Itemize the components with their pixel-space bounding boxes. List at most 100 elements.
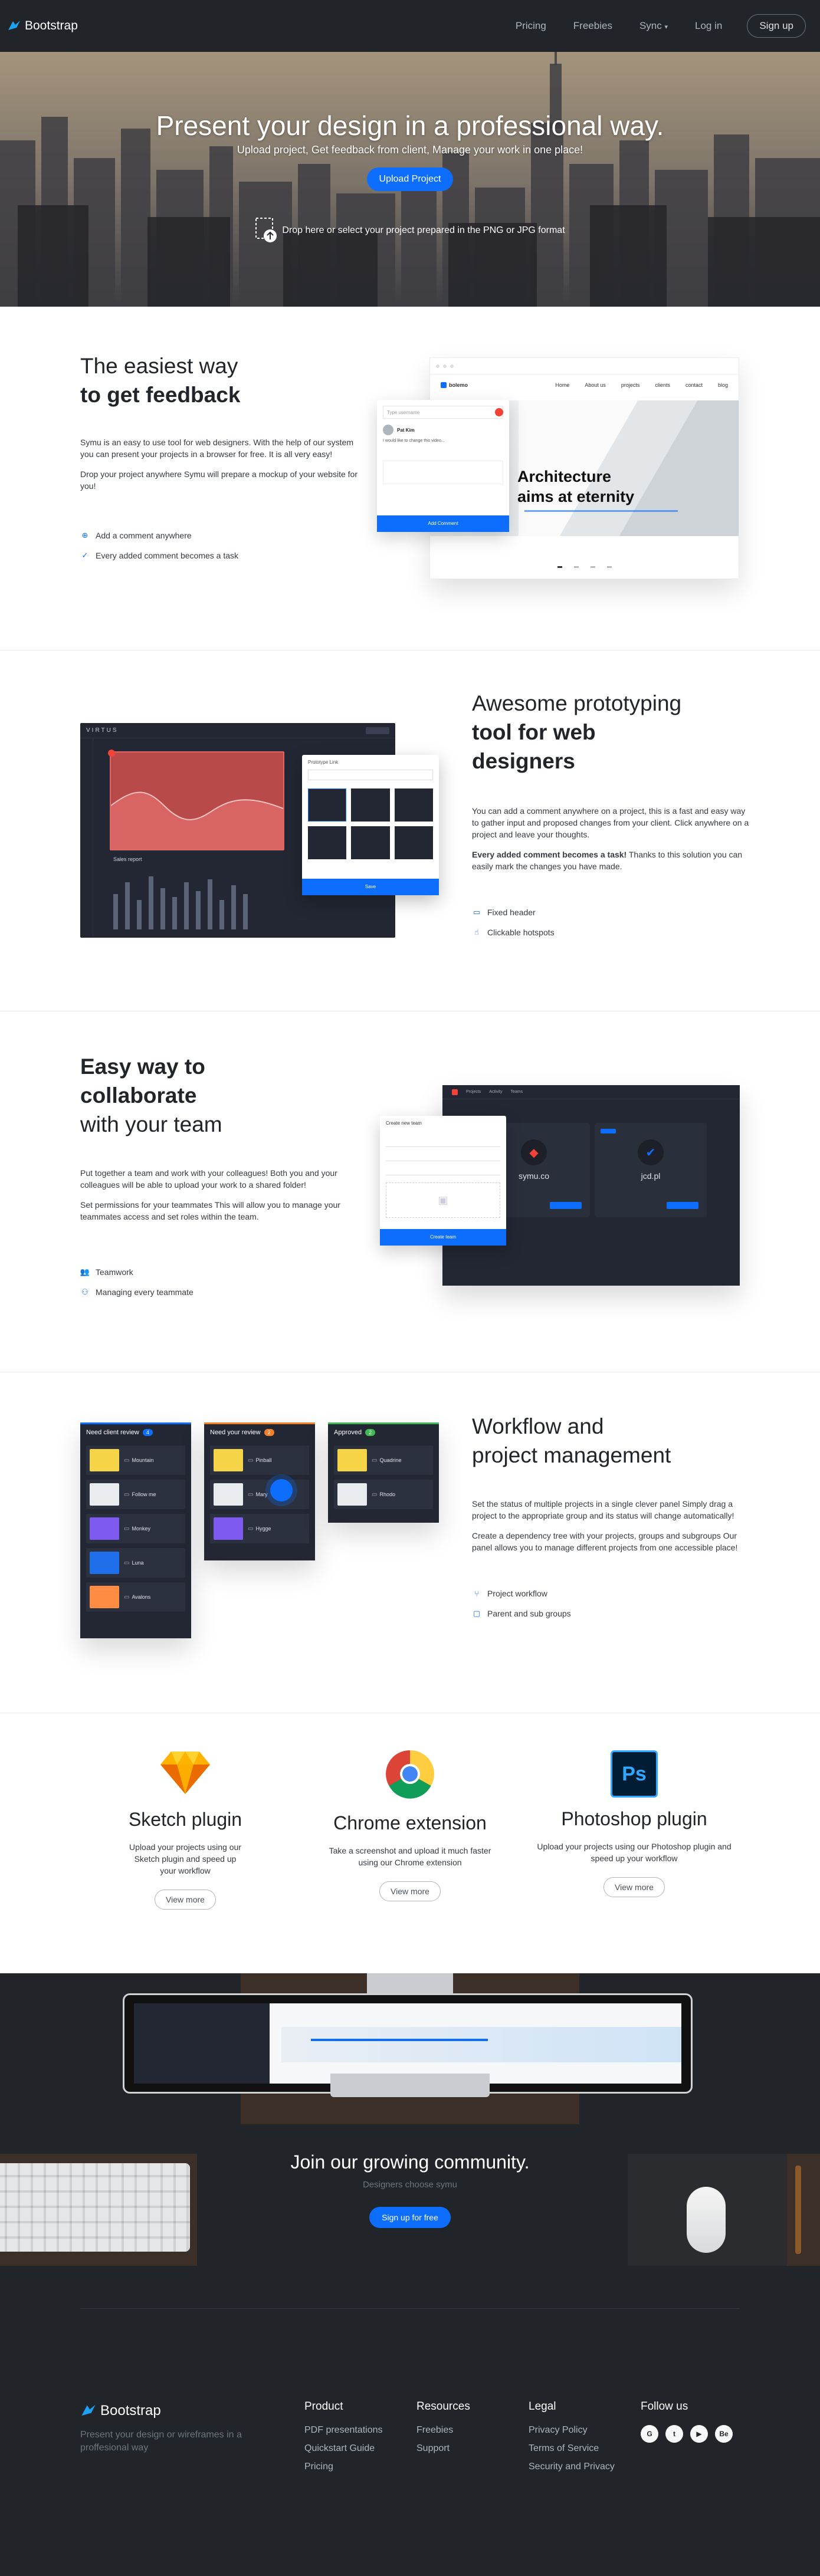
upload-project-button[interactable]: Upload Project: [367, 167, 453, 191]
team-logo-icon: ◆: [521, 1139, 547, 1165]
project-card[interactable]: ▭ Quadrine: [334, 1445, 433, 1475]
footer: Bootstrap Present your design or wirefra…: [0, 2308, 820, 2576]
plugin-text: Take a screenshot and upload it much fas…: [329, 1846, 491, 1867]
project-card[interactable]: ▭ Pinball: [210, 1445, 309, 1475]
footer-brand[interactable]: Bootstrap: [80, 2403, 257, 2419]
footer-link[interactable]: Privacy Policy: [529, 2425, 615, 2436]
sketch-icon: [160, 1752, 210, 1794]
drop-text: Drop here or select your project prepare…: [282, 225, 565, 235]
comment-input[interactable]: [383, 461, 503, 484]
view-more-button[interactable]: View more: [379, 1881, 441, 1901]
view-more-button[interactable]: View more: [155, 1890, 216, 1910]
workflow-column: Need client review 4 ▭ Mountain ▭ Follow me ▭…: [80, 1422, 191, 1638]
google-icon[interactable]: G: [641, 2425, 658, 2443]
nav-freebies[interactable]: Freebies: [573, 20, 612, 32]
mockup-logo: bolemo: [449, 382, 468, 388]
bar-graphic: [113, 876, 248, 929]
team-logo-icon: ✔: [638, 1139, 664, 1165]
footer-brand-block: Bootstrap Present your design or wirefra…: [80, 2403, 257, 2455]
folder-icon: ▭: [372, 1457, 378, 1464]
team-name-input[interactable]: [386, 1138, 500, 1147]
user-plus-icon: ⚇: [81, 1287, 88, 1296]
twitter-icon[interactable]: t: [665, 2425, 683, 2443]
footer-link[interactable]: Support: [416, 2443, 470, 2454]
community-subtitle: Designers choose symu: [362, 2180, 458, 2190]
feedback-title-light: The easiest way: [80, 354, 238, 378]
brand[interactable]: Bootstrap: [7, 19, 78, 33]
project-name: Monkey: [132, 1526, 150, 1532]
team-url-input[interactable]: [386, 1152, 500, 1161]
comment-pin-icon[interactable]: [495, 408, 503, 416]
footer-link[interactable]: Quickstart Guide: [304, 2443, 383, 2454]
plugin-text: Upload your projects using our Photoshop…: [537, 1842, 732, 1863]
footer-link[interactable]: Security and Privacy: [529, 2462, 615, 2472]
project-card[interactable]: ▭ Hygge: [210, 1514, 309, 1543]
column-title: Approved: [334, 1429, 362, 1436]
footer-col-product: Product PDF presentations Quickstart Gui…: [304, 2400, 383, 2480]
folder-icon: ▭: [372, 1491, 378, 1498]
nav-sync[interactable]: Sync ▾: [639, 20, 668, 32]
plus-circle-icon: ⊕: [81, 531, 88, 540]
column-count: 4: [142, 1429, 153, 1436]
drag-cursor-icon: [270, 1479, 293, 1501]
feedback-title-bold: to get feedback: [80, 383, 241, 407]
project-thumbnail: [214, 1483, 243, 1506]
create-team-form: Create new team ▣ Create team: [380, 1116, 506, 1246]
folder-icon: ▭: [248, 1525, 254, 1532]
signup-free-button[interactable]: Sign up for free: [369, 2207, 451, 2228]
plugin-chrome: Chrome extension Take a screenshot and u…: [307, 1749, 513, 1901]
image-placeholder-icon[interactable]: ▣: [386, 1182, 500, 1218]
project-card[interactable]: ▭ Follow me: [86, 1480, 185, 1509]
prototyping-p2: Every added comment becomes a task! Than…: [472, 850, 743, 871]
hotspot-chart[interactable]: [108, 750, 284, 850]
project-card[interactable]: ▭ Mountain: [86, 1445, 185, 1475]
behance-icon[interactable]: Be: [715, 2425, 733, 2443]
folder-icon: ▭: [124, 1593, 130, 1601]
feature-teamwork: 👥 Teamwork: [80, 1267, 133, 1277]
feature-managing: ⚇ Managing every teammate: [80, 1287, 352, 1297]
column-count: 2: [264, 1429, 274, 1436]
mockup-menu-item: blog: [717, 382, 728, 388]
plugin-text: Upload your projects using our Sketch pl…: [129, 1842, 241, 1875]
community-section: Join our growing community. Designers ch…: [0, 1973, 820, 2308]
signup-button[interactable]: Sign up: [747, 14, 806, 38]
create-team-button[interactable]: Create team: [380, 1229, 506, 1246]
team-card[interactable]: ✔ jcd.pl: [595, 1123, 707, 1217]
collaborate-title-bold: Easy way to collaborate: [80, 1054, 205, 1108]
save-button[interactable]: Save: [302, 879, 439, 895]
folder-icon: ▭: [248, 1491, 254, 1498]
comment-name: Pat Kim: [397, 427, 415, 433]
project-card[interactable]: ▭ Luna: [86, 1548, 185, 1578]
footer-link[interactable]: Pricing: [304, 2462, 383, 2472]
brand-name: Bootstrap: [25, 19, 78, 32]
view-more-button[interactable]: View more: [603, 1877, 665, 1897]
bootstrap-logo-icon: [81, 2404, 96, 2416]
comment-text: I would like to change this video...: [383, 439, 445, 443]
prototyping-title-bold: tool for web designers: [472, 720, 596, 773]
footer-link[interactable]: Freebies: [416, 2425, 470, 2436]
column-title: Need your review: [210, 1429, 261, 1436]
mockup-logo: VIRTUS: [86, 727, 119, 734]
project-name: Avalons: [132, 1594, 151, 1600]
footer-link[interactable]: PDF presentations: [304, 2425, 383, 2436]
layout-icon: ▭: [473, 908, 481, 916]
footer-link[interactable]: Terms of Service: [529, 2443, 615, 2454]
team-desc-input[interactable]: [386, 1166, 500, 1175]
project-thumbnail: [90, 1483, 119, 1506]
project-card[interactable]: ▭ Rhodo: [334, 1480, 433, 1509]
project-card[interactable]: ▭ Monkey: [86, 1514, 185, 1543]
workflow-column: Need your review 2 ▭ Pinball ▭ Mary ▭ Hygge: [204, 1422, 315, 1560]
project-card[interactable]: ▭ Avalons: [86, 1582, 185, 1612]
add-comment-button[interactable]: Add Comment: [377, 515, 509, 532]
project-thumbnail: [214, 1517, 243, 1540]
project-thumbnail: [90, 1552, 119, 1574]
nav-login[interactable]: Log in: [695, 20, 722, 32]
youtube-icon[interactable]: ▶: [690, 2425, 708, 2443]
mockup-logo-icon: [441, 382, 447, 388]
bootstrap-logo-icon: [8, 21, 20, 30]
nav-pricing[interactable]: Pricing: [516, 20, 546, 32]
link-input[interactable]: [308, 770, 433, 780]
project-card[interactable]: ▭ Mary: [210, 1480, 309, 1509]
drop-zone[interactable]: Drop here or select your project prepare…: [233, 217, 587, 244]
project-thumbnail: [90, 1449, 119, 1471]
